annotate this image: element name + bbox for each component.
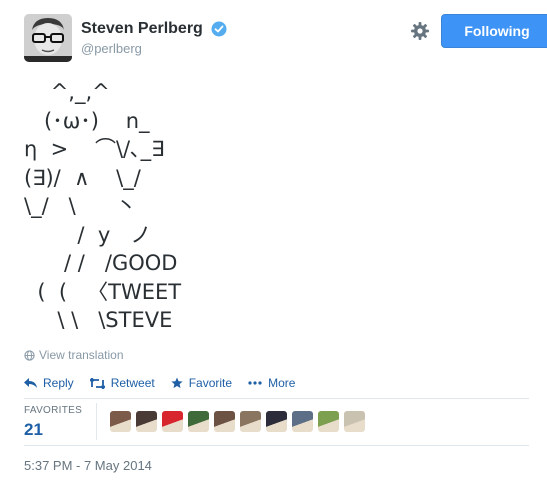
favoriter-avatar[interactable] — [110, 411, 131, 432]
favoriter-avatars — [110, 411, 370, 432]
tweet-header: Steven Perlberg @perlberg Following — [24, 14, 547, 62]
more-button[interactable]: More — [248, 376, 295, 390]
favorite-button[interactable]: Favorite — [171, 376, 232, 390]
view-translation-link[interactable]: View translation — [24, 348, 124, 362]
retweet-label: Retweet — [110, 376, 155, 390]
following-button[interactable]: Following — [441, 14, 547, 48]
favorites-stats[interactable]: FAVORITES 21 — [24, 405, 82, 440]
favorites-count: 21 — [24, 420, 43, 439]
favoriter-avatar[interactable] — [214, 411, 235, 432]
favoriter-avatar[interactable] — [136, 411, 157, 432]
tweet-actions: Reply Retweet Favorite More — [24, 376, 311, 390]
favorite-label: Favorite — [188, 376, 233, 390]
favoriter-avatar[interactable] — [318, 411, 339, 432]
favorites-label: FAVORITES — [24, 405, 83, 416]
divider — [24, 398, 529, 399]
retweet-icon — [89, 377, 105, 389]
favoriter-avatar[interactable] — [266, 411, 287, 432]
divider — [24, 445, 529, 446]
favoriter-avatar[interactable] — [240, 411, 261, 432]
reply-button[interactable]: Reply — [24, 376, 74, 390]
retweet-button[interactable]: Retweet — [89, 376, 155, 390]
author-handle[interactable]: @perlberg — [81, 41, 227, 56]
favoriter-avatar[interactable] — [162, 411, 183, 432]
stats-divider — [96, 403, 97, 440]
favoriter-avatar[interactable] — [344, 411, 365, 432]
more-dots-icon — [248, 381, 262, 385]
reply-icon — [24, 377, 37, 388]
author-avatar[interactable] — [24, 14, 72, 62]
view-translation-label: View translation — [39, 348, 124, 362]
gear-icon[interactable] — [410, 21, 430, 41]
favoriter-avatar[interactable] — [292, 411, 313, 432]
tweet-text: ^,_,^ (･ω･) n_ η > ⌒\/､_∃ (∃)/ ∧ \_/ \_/… — [24, 80, 182, 332]
verified-badge-icon — [211, 21, 227, 37]
favoriter-avatar[interactable] — [188, 411, 209, 432]
star-icon — [171, 377, 183, 388]
more-label: More — [268, 376, 296, 390]
globe-icon — [24, 349, 35, 361]
tweet-timestamp[interactable]: 5:37 PM - 7 May 2014 — [24, 458, 152, 473]
author-name[interactable]: Steven Perlberg — [81, 20, 203, 38]
reply-label: Reply — [43, 376, 74, 390]
